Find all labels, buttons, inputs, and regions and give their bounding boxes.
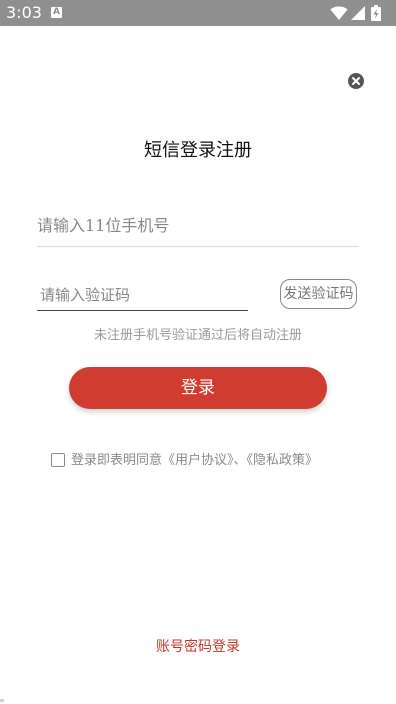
agreement-text[interactable]: 登录即表明同意《用户协议》、《隐私政策》 bbox=[71, 451, 318, 471]
status-bar: 3:03 A bbox=[0, 0, 396, 26]
wifi-icon bbox=[330, 6, 348, 20]
corner-mark bbox=[0, 699, 4, 702]
verification-code-input[interactable]: 请输入验证码 bbox=[37, 282, 248, 311]
phone-input[interactable]: 请输入11位手机号 bbox=[37, 210, 359, 247]
code-placeholder: 请输入验证码 bbox=[40, 286, 131, 304]
close-button[interactable] bbox=[348, 73, 364, 89]
phone-placeholder: 请输入11位手机号 bbox=[37, 216, 170, 235]
send-code-button[interactable]: 发送验证码 bbox=[280, 279, 357, 309]
cellular-signal-icon bbox=[351, 6, 365, 20]
agreement-checkbox[interactable] bbox=[51, 453, 65, 467]
auto-register-hint: 未注册手机号验证通过后将自动注册 bbox=[93, 328, 302, 343]
login-button[interactable]: 登录 bbox=[69, 367, 327, 409]
status-time: 3:03 bbox=[6, 3, 42, 22]
status-icons bbox=[328, 5, 388, 21]
account-password-login-link[interactable]: 账号密码登录 bbox=[0, 637, 396, 657]
battery-charging-icon bbox=[371, 5, 381, 21]
a-letter-icon: A bbox=[51, 7, 62, 18]
page-title: 短信登录注册 bbox=[144, 140, 252, 161]
close-icon bbox=[352, 77, 360, 85]
